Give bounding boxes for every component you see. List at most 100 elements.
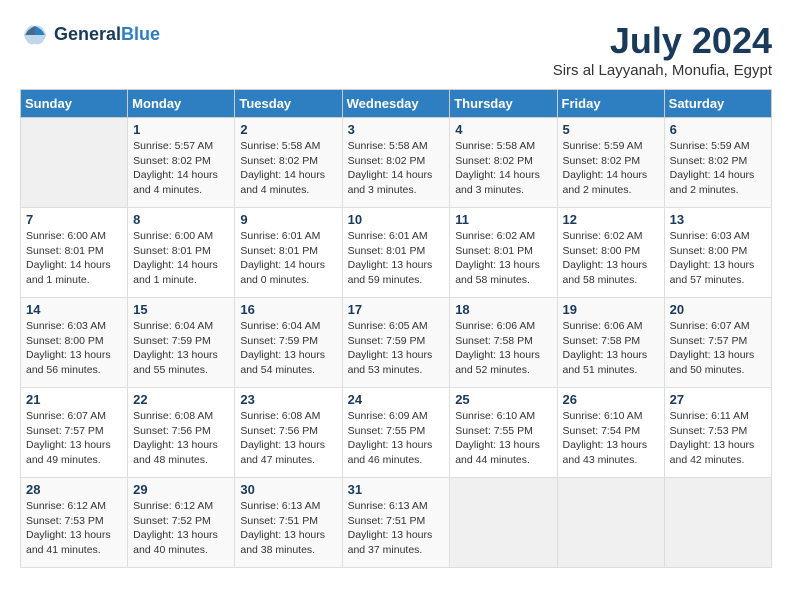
calendar-cell: 21 Sunrise: 6:07 AM Sunset: 7:57 PM Dayli… [21,388,128,478]
day-number: 5 [563,122,659,137]
header-row: SundayMondayTuesdayWednesdayThursdayFrid… [21,90,772,118]
subtitle: Sirs al Layyanah, Monufia, Egypt [553,62,772,79]
day-info: Sunrise: 6:11 AM Sunset: 7:53 PM Dayligh… [670,409,766,468]
calendar-cell: 31Sunrise: 6:13 AM Sunset: 7:51 PM Dayli… [342,478,450,568]
calendar-cell: 27 Sunrise: 6:11 AM Sunset: 7:53 PM Dayli… [664,388,771,478]
day-info: Sunrise: 6:00 AM Sunset: 8:01 PM Dayligh… [133,229,229,288]
day-number: 19 [563,302,659,317]
calendar-cell [664,478,771,568]
day-info: Sunrise: 6:13 AM Sunset: 7:51 PM Dayligh… [240,499,336,558]
column-header-thursday: Thursday [450,90,557,118]
calendar-cell: 14 Sunrise: 6:03 AM Sunset: 8:00 PM Dayli… [21,298,128,388]
day-info: Sunrise: 5:59 AM Sunset: 8:02 PM Dayligh… [670,139,766,198]
day-number: 22 [133,392,229,407]
calendar-cell [557,478,664,568]
calendar-cell: 1Sunrise: 5:57 AM Sunset: 8:02 PM Daylig… [128,118,235,208]
day-info: Sunrise: 6:12 AM Sunset: 7:52 PM Dayligh… [133,499,229,558]
day-number: 21 [26,392,122,407]
day-number: 18 [455,302,551,317]
day-number: 27 [670,392,766,407]
day-info: Sunrise: 6:13 AM Sunset: 7:51 PM Dayligh… [348,499,445,558]
day-info: Sunrise: 6:07 AM Sunset: 7:57 PM Dayligh… [26,409,122,468]
week-row-5: 28 Sunrise: 6:12 AM Sunset: 7:53 PM Dayli… [21,478,772,568]
calendar-cell: 23Sunrise: 6:08 AM Sunset: 7:56 PM Dayli… [235,388,342,478]
week-row-2: 7 Sunrise: 6:00 AM Sunset: 8:01 PM Daylig… [21,208,772,298]
day-info: Sunrise: 6:10 AM Sunset: 7:55 PM Dayligh… [455,409,551,468]
calendar-cell: 19 Sunrise: 6:06 AM Sunset: 7:58 PM Dayli… [557,298,664,388]
day-number: 17 [348,302,445,317]
day-info: Sunrise: 6:05 AM Sunset: 7:59 PM Dayligh… [348,319,445,378]
day-info: Sunrise: 5:58 AM Sunset: 8:02 PM Dayligh… [455,139,551,198]
day-number: 24 [348,392,445,407]
calendar-cell: 20Sunrise: 6:07 AM Sunset: 7:57 PM Dayli… [664,298,771,388]
column-header-wednesday: Wednesday [342,90,450,118]
calendar-cell: 15 Sunrise: 6:04 AM Sunset: 7:59 PM Dayli… [128,298,235,388]
week-row-1: 1Sunrise: 5:57 AM Sunset: 8:02 PM Daylig… [21,118,772,208]
day-info: Sunrise: 6:06 AM Sunset: 7:58 PM Dayligh… [563,319,659,378]
day-number: 13 [670,212,766,227]
day-number: 26 [563,392,659,407]
calendar-cell: 28 Sunrise: 6:12 AM Sunset: 7:53 PM Dayli… [21,478,128,568]
day-info: Sunrise: 6:02 AM Sunset: 8:01 PM Dayligh… [455,229,551,288]
calendar-cell: 9 Sunrise: 6:01 AM Sunset: 8:01 PM Daylig… [235,208,342,298]
calendar-cell: 8 Sunrise: 6:00 AM Sunset: 8:01 PM Daylig… [128,208,235,298]
calendar-cell: 4Sunrise: 5:58 AM Sunset: 8:02 PM Daylig… [450,118,557,208]
day-number: 16 [240,302,336,317]
calendar-cell: 7Sunrise: 6:00 AM Sunset: 8:01 PM Daylig… [21,208,128,298]
calendar-cell: 6 Sunrise: 5:59 AM Sunset: 8:02 PM Daylig… [664,118,771,208]
day-info: Sunrise: 6:04 AM Sunset: 7:59 PM Dayligh… [133,319,229,378]
day-number: 25 [455,392,551,407]
calendar-cell: 29 Sunrise: 6:12 AM Sunset: 7:52 PM Dayli… [128,478,235,568]
calendar-cell: 25 Sunrise: 6:10 AM Sunset: 7:55 PM Dayli… [450,388,557,478]
day-info: Sunrise: 5:58 AM Sunset: 8:02 PM Dayligh… [348,139,445,198]
calendar-cell: 16Sunrise: 6:04 AM Sunset: 7:59 PM Dayli… [235,298,342,388]
day-number: 15 [133,302,229,317]
day-number: 2 [240,122,336,137]
day-info: Sunrise: 5:59 AM Sunset: 8:02 PM Dayligh… [563,139,659,198]
day-number: 7 [26,212,122,227]
day-info: Sunrise: 5:58 AM Sunset: 8:02 PM Dayligh… [240,139,336,198]
day-info: Sunrise: 6:10 AM Sunset: 7:54 PM Dayligh… [563,409,659,468]
column-header-friday: Friday [557,90,664,118]
day-number: 1 [133,122,229,137]
logo-icon [20,20,50,50]
day-number: 28 [26,482,122,497]
day-number: 29 [133,482,229,497]
day-number: 9 [240,212,336,227]
day-info: Sunrise: 6:03 AM Sunset: 8:00 PM Dayligh… [26,319,122,378]
calendar-cell: 22 Sunrise: 6:08 AM Sunset: 7:56 PM Dayli… [128,388,235,478]
calendar-cell: 26 Sunrise: 6:10 AM Sunset: 7:54 PM Dayli… [557,388,664,478]
calendar-cell: 2 Sunrise: 5:58 AM Sunset: 8:02 PM Daylig… [235,118,342,208]
day-number: 10 [348,212,445,227]
calendar-cell: 18 Sunrise: 6:06 AM Sunset: 7:58 PM Dayli… [450,298,557,388]
day-info: Sunrise: 6:03 AM Sunset: 8:00 PM Dayligh… [670,229,766,288]
column-header-saturday: Saturday [664,90,771,118]
title-block: July 2024 Sirs al Layyanah, Monufia, Egy… [553,20,772,79]
day-number: 8 [133,212,229,227]
week-row-3: 14 Sunrise: 6:03 AM Sunset: 8:00 PM Dayli… [21,298,772,388]
calendar-cell: 10 Sunrise: 6:01 AM Sunset: 8:01 PM Dayli… [342,208,450,298]
day-info: Sunrise: 6:01 AM Sunset: 8:01 PM Dayligh… [348,229,445,288]
day-info: Sunrise: 6:01 AM Sunset: 8:01 PM Dayligh… [240,229,336,288]
column-header-monday: Monday [128,90,235,118]
main-title: July 2024 [553,20,772,62]
day-number: 12 [563,212,659,227]
calendar-cell: 24 Sunrise: 6:09 AM Sunset: 7:55 PM Dayli… [342,388,450,478]
day-number: 6 [670,122,766,137]
calendar-table: SundayMondayTuesdayWednesdayThursdayFrid… [20,89,772,568]
day-number: 30 [240,482,336,497]
day-info: Sunrise: 6:08 AM Sunset: 7:56 PM Dayligh… [240,409,336,468]
day-number: 11 [455,212,551,227]
day-number: 14 [26,302,122,317]
day-info: Sunrise: 6:07 AM Sunset: 7:57 PM Dayligh… [670,319,766,378]
day-info: Sunrise: 6:12 AM Sunset: 7:53 PM Dayligh… [26,499,122,558]
calendar-cell: 5 Sunrise: 5:59 AM Sunset: 8:02 PM Daylig… [557,118,664,208]
day-info: Sunrise: 6:08 AM Sunset: 7:56 PM Dayligh… [133,409,229,468]
calendar-cell: 3Sunrise: 5:58 AM Sunset: 8:02 PM Daylig… [342,118,450,208]
calendar-cell [450,478,557,568]
calendar-cell: 12Sunrise: 6:02 AM Sunset: 8:00 PM Dayli… [557,208,664,298]
day-info: Sunrise: 6:06 AM Sunset: 7:58 PM Dayligh… [455,319,551,378]
column-header-tuesday: Tuesday [235,90,342,118]
day-info: Sunrise: 6:09 AM Sunset: 7:55 PM Dayligh… [348,409,445,468]
calendar-cell: 17 Sunrise: 6:05 AM Sunset: 7:59 PM Dayli… [342,298,450,388]
